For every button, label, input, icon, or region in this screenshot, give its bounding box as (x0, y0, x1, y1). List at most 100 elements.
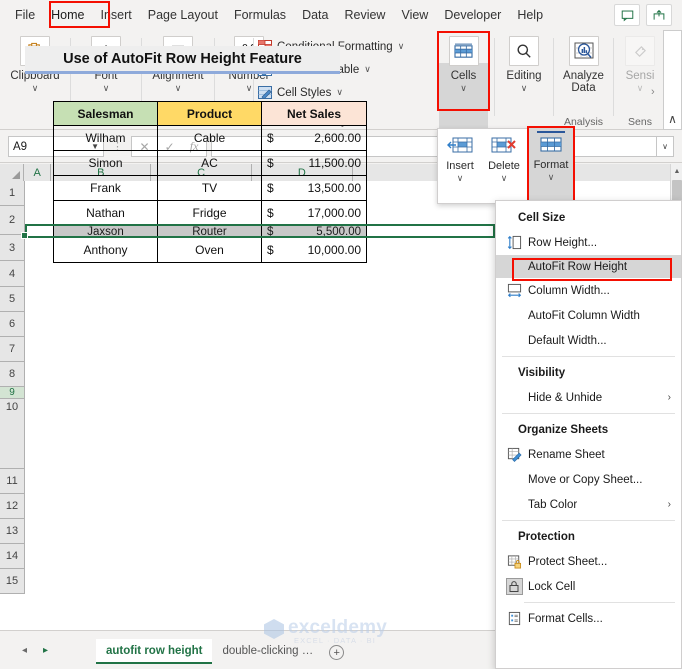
delete-cells-button[interactable]: Delete ∨ (482, 129, 526, 203)
row-header-column: 1 2 3 4 5 6 7 8 9 10 11 12 13 14 15 (0, 181, 25, 594)
menu-item-help[interactable]: Help (510, 4, 550, 26)
chevron-down-icon[interactable]: ∨ (398, 41, 405, 52)
menu-item-autofit-row-height[interactable]: AutoFit Row Height (496, 255, 681, 278)
cell-styles-icon (258, 85, 272, 100)
sensitivity-button[interactable]: Sensi ∨ (616, 30, 664, 93)
menu-item-insert[interactable]: Insert (94, 4, 139, 26)
chevron-down-icon[interactable]: ∨ (103, 83, 110, 93)
select-all-corner[interactable] (0, 164, 25, 181)
row-header-4[interactable]: 4 (0, 261, 25, 287)
menu-item-developer[interactable]: Developer (437, 4, 508, 26)
analyze-data-button[interactable]: Analyze Data (556, 30, 611, 94)
table-row[interactable]: Wilham Cable $2,600.00 (53, 125, 367, 151)
row-header-12[interactable]: 12 (0, 494, 25, 519)
table-row[interactable]: Nathan Fridge $17,000.00 (53, 200, 367, 226)
cell-net-sales: $10,000.00 (261, 237, 367, 263)
column-header-a[interactable]: A (24, 164, 52, 181)
menu-item-default-width[interactable]: Default Width... (496, 328, 681, 353)
row-header-15[interactable]: 15 (0, 569, 25, 594)
table-row-selected[interactable]: Jaxson Router $5,500.00 (53, 225, 367, 238)
collapse-ribbon-icon[interactable]: ∧ (663, 112, 682, 126)
chevron-down-icon[interactable]: ∨ (460, 83, 467, 93)
menu-item-format-cells[interactable]: Format Cells... (496, 606, 681, 631)
menu-item-review[interactable]: Review (337, 4, 392, 26)
cell-salesman: Nathan (53, 200, 158, 226)
column-header-net-sales: Net Sales (261, 101, 367, 126)
add-sheet-button[interactable]: + (329, 645, 345, 660)
menu-item-rename-sheet[interactable]: Rename Sheet (496, 442, 681, 467)
table-row[interactable]: Frank TV $13,500.00 (53, 175, 367, 201)
row-header-7[interactable]: 7 (0, 337, 25, 362)
menu-bar: File Home Insert Page Layout Formulas Da… (0, 0, 682, 30)
selection-fill-handle[interactable] (21, 232, 28, 239)
chevron-down-icon[interactable]: ∨ (457, 173, 464, 183)
next-sheet-icon[interactable]: ▸ (43, 645, 48, 656)
menu-item-column-width-label: Column Width... (528, 284, 610, 297)
chevron-down-icon[interactable]: ∨ (637, 83, 644, 93)
analyze-data-icon (568, 36, 599, 66)
sensitivity-overflow-arrow[interactable]: › (651, 86, 655, 98)
scroll-up-icon[interactable]: ▲ (671, 164, 682, 178)
menu-item-view[interactable]: View (394, 4, 435, 26)
chevron-down-icon[interactable]: ∨ (364, 64, 371, 75)
cell-styles-button[interactable]: Cell Styles ∨ (258, 82, 404, 103)
chevron-down-icon[interactable]: ∨ (548, 172, 555, 182)
row-header-10[interactable]: 10 (0, 399, 25, 469)
row-header-5[interactable]: 5 (0, 287, 25, 312)
chevron-down-icon[interactable]: ∨ (175, 83, 182, 93)
ribbon-group-cells: Cells ∨ (437, 30, 490, 130)
menu-item-file[interactable]: File (8, 4, 42, 26)
expand-formula-bar-icon[interactable]: ∨ (656, 136, 674, 157)
menu-item-row-height[interactable]: Row Height... (496, 230, 681, 255)
cells-button[interactable]: Cells ∨ (437, 30, 490, 93)
row-header-11[interactable]: 11 (0, 469, 25, 494)
menu-item-move-or-copy-sheet[interactable]: Move or Copy Sheet... (496, 467, 681, 492)
share-icon[interactable] (646, 4, 672, 26)
menu-item-hide-unhide[interactable]: Hide & Unhide › (496, 385, 681, 410)
cell-salesman: Jaxson (53, 225, 158, 238)
chevron-down-icon[interactable]: ∨ (521, 83, 528, 93)
menu-item-row-height-label: Row Height... (528, 236, 598, 249)
row-header-14[interactable]: 14 (0, 544, 25, 569)
menu-separator (524, 602, 675, 603)
name-box-value: A9 (13, 140, 28, 153)
comments-icon[interactable] (614, 4, 640, 26)
chevron-right-icon[interactable]: › (668, 392, 671, 403)
sensitivity-icon (625, 36, 655, 66)
menu-item-autofit-row-height-label: AutoFit Row Height (528, 260, 628, 273)
chevron-down-icon[interactable]: ∨ (336, 87, 343, 98)
row-header-13[interactable]: 13 (0, 519, 25, 544)
row-header-6[interactable]: 6 (0, 312, 25, 337)
menu-item-tab-color[interactable]: Tab Color › (496, 492, 681, 517)
menu-item-formulas[interactable]: Formulas (227, 4, 293, 26)
menu-item-protect-sheet[interactable]: Protect Sheet... (496, 549, 681, 574)
menu-item-page-layout[interactable]: Page Layout (141, 4, 225, 26)
row-header-9[interactable]: 9 (0, 387, 25, 399)
ribbon-group-editing: Editing ∨ (497, 30, 551, 130)
row-header-1[interactable]: 1 (0, 181, 25, 206)
row-header-8[interactable]: 8 (0, 362, 25, 387)
chevron-down-icon[interactable]: ∨ (246, 83, 253, 93)
row-header-2[interactable]: 2 (0, 206, 25, 235)
menu-item-column-width[interactable]: Column Width... (496, 278, 681, 303)
format-cells-button[interactable]: Format ∨ (529, 128, 573, 204)
editing-button[interactable]: Editing ∨ (497, 30, 551, 93)
chevron-right-icon[interactable]: › (668, 499, 671, 510)
format-label: Format (533, 159, 569, 171)
analysis-group-label: Analysis (563, 116, 604, 128)
prev-sheet-icon[interactable]: ◂ (22, 645, 27, 656)
table-row[interactable]: Anthony Oven $10,000.00 (53, 237, 367, 263)
menu-item-autofit-column-width[interactable]: AutoFit Column Width (496, 303, 681, 328)
sheet-tab-autofit-row-height[interactable]: autofit row height (96, 639, 213, 664)
chevron-down-icon[interactable]: ∨ (501, 173, 508, 183)
chevron-down-icon[interactable]: ∨ (32, 83, 39, 93)
insert-cells-button[interactable]: Insert ∨ (438, 129, 482, 203)
search-icon (509, 36, 539, 66)
table-row[interactable]: Simon AC $11,500.00 (53, 150, 367, 176)
amount-value: 5,500.00 (316, 225, 361, 238)
sheet-tab-double-clicking[interactable]: double-clicking … (212, 639, 323, 662)
column-width-icon (504, 283, 524, 298)
menu-item-lock-cell[interactable]: Lock Cell (496, 574, 681, 599)
menu-item-home[interactable]: Home (44, 4, 91, 28)
menu-item-data[interactable]: Data (295, 4, 335, 26)
